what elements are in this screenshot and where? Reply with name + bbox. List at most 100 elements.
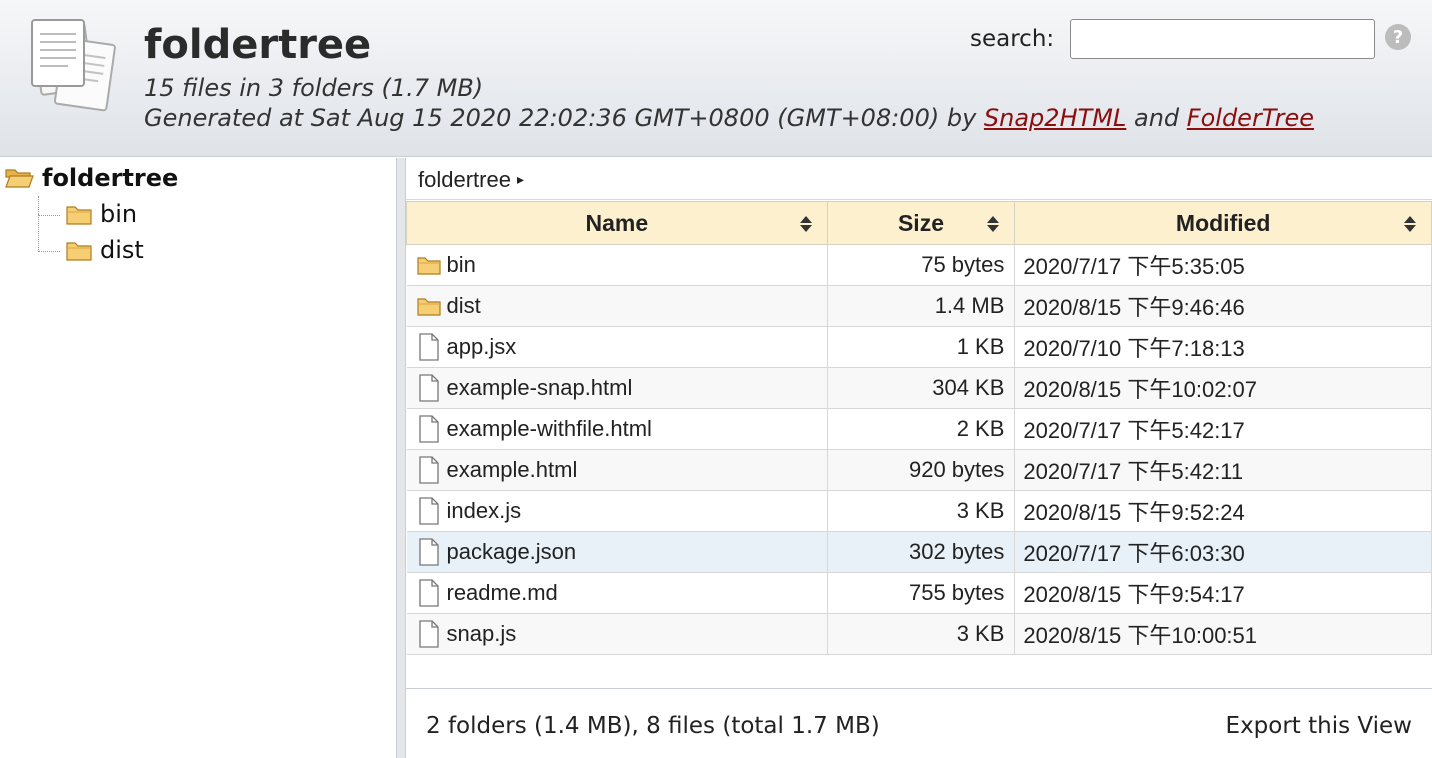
- cell-name[interactable]: readme.md: [406, 572, 828, 614]
- tree-item-foldertree[interactable]: foldertree: [4, 164, 178, 192]
- cell-name[interactable]: example.html: [406, 449, 828, 491]
- cell-modified: 2020/7/17 下午5:42:11: [1014, 449, 1432, 491]
- cell-name[interactable]: example-snap.html: [406, 367, 828, 409]
- cell-size: 302 bytes: [827, 531, 1016, 573]
- snap2html-link[interactable]: Snap2HTML: [984, 104, 1126, 132]
- table-row[interactable]: example-withfile.html 2 KB 2020/7/17 下午5:4…: [406, 408, 1432, 450]
- file-icon: [418, 538, 439, 566]
- cell-modified: 2020/8/15 下午10:00:51: [1014, 613, 1432, 655]
- tree-item-label: foldertree: [42, 164, 179, 192]
- folder-icon: [66, 206, 92, 225]
- status-footer: 2 folders (1.4 MB), 8 files (total 1.7 M…: [406, 688, 1432, 758]
- breadcrumb: foldertree ▸: [406, 160, 1432, 200]
- tree-item-label: bin: [100, 200, 138, 228]
- table-row[interactable]: snap.js 3 KB 2020/8/15 下午10:00:51: [406, 613, 1432, 655]
- tree-connector: [38, 196, 60, 216]
- table-row[interactable]: example-snap.html 304 KB 2020/8/15 下午10:02…: [406, 367, 1432, 409]
- file-name: example-withfile.html: [446, 416, 652, 441]
- cell-name[interactable]: index.js: [406, 490, 828, 532]
- file-name: example-snap.html: [446, 375, 633, 400]
- file-icon: [418, 456, 439, 484]
- tree-item-bin[interactable]: bin: [66, 200, 137, 228]
- breadcrumb-arrow-icon: ▸: [516, 171, 524, 187]
- generated-prefix: Generated at Sat Aug 15 2020 22:02:36 GM…: [144, 104, 984, 132]
- file-icon: [418, 620, 439, 648]
- table-row[interactable]: index.js 3 KB 2020/8/15 下午9:52:24: [406, 490, 1432, 532]
- cell-name[interactable]: snap.js: [406, 613, 828, 655]
- sort-icon: [1404, 216, 1416, 232]
- file-name: example.html: [446, 457, 578, 482]
- column-header-name[interactable]: Name: [406, 201, 828, 245]
- file-name: dist: [446, 293, 481, 318]
- tree-connector: [38, 214, 60, 252]
- table-row[interactable]: bin 75 bytes 2020/7/17 下午5:35:05: [406, 244, 1432, 286]
- cell-modified: 2020/8/15 下午10:02:07: [1014, 367, 1432, 409]
- column-label: Name: [585, 209, 649, 236]
- tree-item-label: dist: [100, 236, 144, 264]
- summary-text: 15 files in 3 folders (1.7 MB): [144, 74, 484, 102]
- cell-size: 304 KB: [827, 367, 1016, 409]
- folder-open-icon: [5, 169, 34, 188]
- footer-summary: 2 folders (1.4 MB), 8 files (total 1.7 M…: [426, 713, 880, 739]
- cell-size: 1 KB: [827, 326, 1016, 368]
- page-title: foldertree: [144, 22, 372, 68]
- export-view-link[interactable]: Export this View: [1226, 713, 1412, 739]
- page-header: foldertree 15 files in 3 folders (1.7 MB…: [0, 0, 1432, 157]
- file-name: index.js: [446, 498, 522, 523]
- cell-modified: 2020/7/17 下午5:35:05: [1014, 244, 1432, 286]
- documents-icon: [31, 19, 116, 112]
- cell-modified: 2020/8/15 下午9:46:46: [1014, 285, 1432, 327]
- table-row[interactable]: package.json 302 bytes 2020/7/17 下午6:03:30: [406, 531, 1432, 573]
- cell-name[interactable]: package.json: [406, 531, 828, 573]
- folder-icon: [66, 242, 92, 261]
- cell-size: 755 bytes: [827, 572, 1016, 614]
- table-row[interactable]: dist 1.4 MB 2020/8/15 下午9:46:46: [406, 285, 1432, 327]
- file-name: bin: [446, 252, 476, 277]
- and-text: and: [1126, 104, 1187, 132]
- folder-icon: [416, 298, 441, 316]
- cell-modified: 2020/7/17 下午6:03:30: [1014, 531, 1432, 573]
- folder-icon: [416, 257, 441, 275]
- cell-modified: 2020/7/10 下午7:18:13: [1014, 326, 1432, 368]
- cell-name[interactable]: bin: [406, 244, 828, 286]
- table-row[interactable]: example.html 920 bytes 2020/7/17 下午5:42:11: [406, 449, 1432, 491]
- cell-modified: 2020/7/17 下午5:42:17: [1014, 408, 1432, 450]
- column-label: Modified: [1175, 209, 1271, 236]
- cell-size: 2 KB: [827, 408, 1016, 450]
- help-icon[interactable]: ?: [1384, 23, 1412, 51]
- file-name: readme.md: [446, 580, 558, 605]
- table-row[interactable]: app.jsx 1 KB 2020/7/10 下午7:18:13: [406, 326, 1432, 368]
- cell-size: 920 bytes: [827, 449, 1016, 491]
- breadcrumb-item[interactable]: foldertree: [418, 167, 511, 193]
- file-name: snap.js: [446, 621, 517, 646]
- cell-size: 3 KB: [827, 490, 1016, 532]
- column-header-size[interactable]: Size: [826, 201, 1016, 245]
- file-icon: [418, 333, 439, 361]
- cell-name[interactable]: dist: [406, 285, 828, 327]
- cell-name[interactable]: app.jsx: [406, 326, 828, 368]
- cell-size: 75 bytes: [827, 244, 1016, 286]
- file-table: Name Size Modified bin 75 bytes 2020/7/17 …: [406, 201, 1432, 655]
- file-name: app.jsx: [446, 334, 517, 359]
- foldertree-link[interactable]: FolderTree: [1187, 104, 1314, 132]
- search-input[interactable]: [1070, 19, 1375, 59]
- file-icon: [418, 415, 439, 443]
- cell-size: 1.4 MB: [827, 285, 1016, 327]
- sort-icon: [987, 216, 1000, 232]
- svg-text:?: ?: [1393, 27, 1403, 48]
- cell-size: 3 KB: [827, 613, 1016, 655]
- generated-info: Generated at Sat Aug 15 2020 22:02:36 GM…: [144, 104, 1314, 132]
- cell-name[interactable]: example-withfile.html: [406, 408, 828, 450]
- column-label: Size: [897, 209, 944, 236]
- file-name: package.json: [446, 539, 577, 564]
- file-icon: [418, 497, 439, 525]
- file-icon: [418, 579, 439, 607]
- cell-modified: 2020/8/15 下午9:54:17: [1014, 572, 1432, 614]
- file-icon: [418, 374, 439, 402]
- table-row[interactable]: readme.md 755 bytes 2020/8/15 下午9:54:17: [406, 572, 1432, 614]
- search-label: search:: [970, 26, 1055, 52]
- column-header-modified[interactable]: Modified: [1014, 201, 1432, 245]
- pane-splitter[interactable]: [396, 158, 406, 758]
- tree-item-dist[interactable]: dist: [66, 236, 144, 264]
- cell-modified: 2020/8/15 下午9:52:24: [1014, 490, 1432, 532]
